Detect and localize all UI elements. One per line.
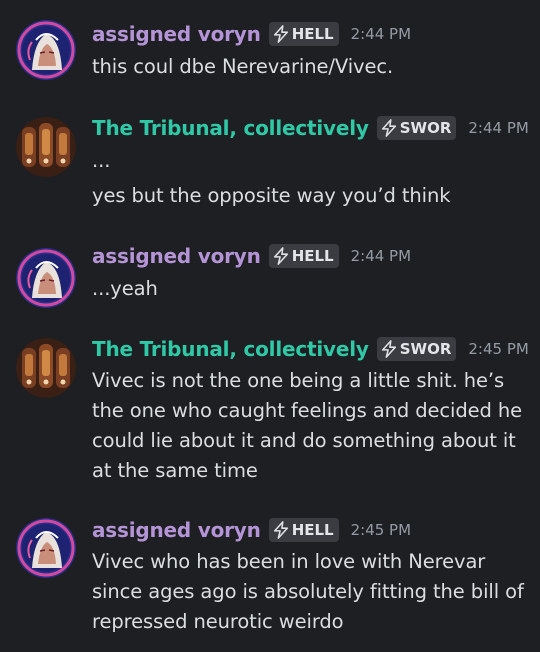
lightning-bolt-icon xyxy=(381,119,396,137)
message-text: at the same time xyxy=(92,459,258,482)
avatar-voryn[interactable] xyxy=(16,248,76,308)
timestamp: 2:44 PM xyxy=(350,25,412,43)
message-text: yes but the opposite way you’d think xyxy=(92,184,451,207)
chat-log: assigned voryn HELL 2:44 PM this coul db… xyxy=(0,0,540,652)
message-text: could lie about it and do something abou… xyxy=(92,429,516,452)
server-tag-label: HELL xyxy=(291,25,334,43)
avatar-voryn[interactable] xyxy=(16,518,76,578)
message-text: ... xyxy=(92,149,111,172)
author-name[interactable]: The Tribunal, collectively xyxy=(92,337,369,361)
server-tag[interactable]: SWOR xyxy=(376,116,457,140)
server-tag-label: HELL xyxy=(291,247,334,265)
lightning-bolt-icon xyxy=(273,247,288,265)
server-tag-label: SWOR xyxy=(399,340,452,358)
message-text: the one who caught feelings and decided … xyxy=(92,399,523,422)
voryn-avatar-image xyxy=(16,20,76,80)
timestamp: 2:44 PM xyxy=(350,247,412,265)
timestamp: 2:45 PM xyxy=(350,521,412,539)
tribunal-avatar-image xyxy=(16,117,76,177)
tribunal-avatar-image xyxy=(16,338,76,398)
lightning-bolt-icon xyxy=(273,25,288,43)
message-text: since ages ago is absolutely fitting the… xyxy=(92,580,524,603)
message-text: repressed neurotic weirdo xyxy=(92,610,344,633)
timestamp: 2:45 PM xyxy=(468,340,529,358)
author-name[interactable]: The Tribunal, collectively xyxy=(92,116,369,140)
author-name[interactable]: assigned voryn xyxy=(92,518,261,542)
server-tag-label: SWOR xyxy=(399,119,452,137)
message-text: this coul dbe Nerevarine/Vivec. xyxy=(92,55,394,78)
voryn-avatar-image xyxy=(16,248,76,308)
message-text: Vivec is not the one being a little shit… xyxy=(92,369,505,392)
message-text: Vivec who has been in love with Nerevar xyxy=(92,550,486,573)
timestamp: 2:44 PM xyxy=(468,119,529,137)
author-name[interactable]: assigned voryn xyxy=(92,22,261,46)
server-tag[interactable]: HELL xyxy=(268,518,339,542)
lightning-bolt-icon xyxy=(381,340,396,358)
server-tag[interactable]: SWOR xyxy=(376,337,457,361)
server-tag[interactable]: HELL xyxy=(268,22,339,46)
author-name[interactable]: assigned voryn xyxy=(92,244,261,268)
avatar-tribunal[interactable] xyxy=(16,338,76,398)
message-text: ...yeah xyxy=(92,277,158,300)
lightning-bolt-icon xyxy=(273,521,288,539)
voryn-avatar-image xyxy=(16,518,76,578)
avatar-voryn[interactable] xyxy=(16,20,76,80)
avatar-tribunal[interactable] xyxy=(16,117,76,177)
server-tag[interactable]: HELL xyxy=(268,244,339,268)
server-tag-label: HELL xyxy=(291,521,334,539)
